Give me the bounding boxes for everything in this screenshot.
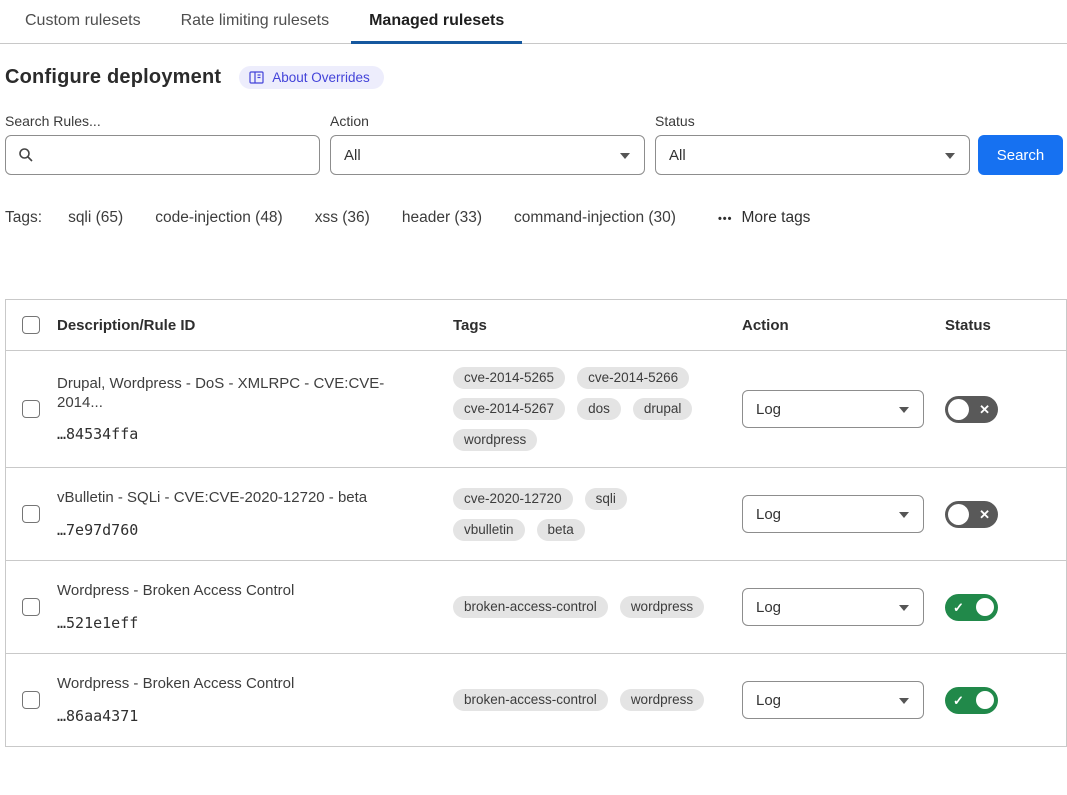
toggle-knob (948, 504, 969, 525)
column-header-description: Description/Rule ID (57, 317, 453, 334)
tag-pill: cve-2020-12720 (453, 488, 573, 510)
tag-pill: wordpress (620, 596, 704, 618)
tag-link-xss[interactable]: xss (36) (315, 209, 370, 227)
row-tags: cve-2020-12720 sqli vbulletin beta (453, 488, 708, 541)
tag-pill: broken-access-control (453, 689, 608, 711)
row-tags: cve-2014-5265 cve-2014-5266 cve-2014-5267 d… (453, 367, 708, 451)
tag-pill: drupal (633, 398, 693, 420)
action-filter-value: All (344, 147, 361, 164)
toggle-state-icon: ✕ (979, 403, 990, 416)
row-action-value: Log (756, 599, 781, 616)
status-toggle[interactable]: ✓ (945, 594, 998, 621)
filter-bar: Search Rules... Action All Status All Se… (5, 113, 1063, 175)
table-row: Wordpress - Broken Access Control …521e1… (6, 561, 1066, 654)
table-row: vBulletin - SQLi - CVE:CVE-2020-12720 - … (6, 468, 1066, 561)
about-overrides-label: About Overrides (272, 70, 370, 85)
row-action-select[interactable]: Log (742, 495, 924, 533)
row-tags: broken-access-control wordpress (453, 596, 708, 618)
more-tags-label: More tags (742, 209, 811, 227)
toggle-knob (974, 596, 996, 618)
table-header-row: Description/Rule ID Tags Action Status (6, 300, 1066, 351)
toggle-knob (948, 399, 969, 420)
tags-bar-label: Tags: (5, 209, 42, 227)
column-header-status: Status (945, 317, 1066, 334)
about-overrides-link[interactable]: About Overrides (239, 66, 384, 89)
row-action-value: Log (756, 506, 781, 523)
status-toggle[interactable]: ✓ (945, 687, 998, 714)
tag-pill: dos (577, 398, 621, 420)
row-tags: broken-access-control wordpress (453, 689, 708, 711)
column-header-tags: Tags (453, 317, 742, 334)
status-filter-value: All (669, 147, 686, 164)
row-description: Wordpress - Broken Access Control (57, 675, 429, 694)
action-filter-select[interactable]: All (330, 135, 645, 175)
table-row: Wordpress - Broken Access Control …86aa4… (6, 654, 1066, 747)
tag-pill: wordpress (620, 689, 704, 711)
table-body: Drupal, Wordpress - DoS - XMLRPC - CVE:C… (6, 351, 1066, 747)
tag-pill: broken-access-control (453, 596, 608, 618)
row-rule-id: …86aa4371 (57, 707, 429, 725)
tag-pill: wordpress (453, 429, 537, 451)
ruleset-tabs: Custom rulesets Rate limiting rulesets M… (0, 0, 1067, 44)
row-checkbox[interactable] (22, 691, 40, 709)
row-action-select[interactable]: Log (742, 390, 924, 428)
toggle-state-icon: ✕ (979, 508, 990, 521)
tag-pill: vbulletin (453, 519, 525, 541)
ellipsis-icon: ••• (718, 213, 733, 225)
row-checkbox[interactable] (22, 505, 40, 523)
row-description: vBulletin - SQLi - CVE:CVE-2020-12720 - … (57, 489, 429, 508)
book-icon (249, 71, 264, 84)
tab-custom-rulesets[interactable]: Custom rulesets (7, 0, 159, 44)
row-description: Drupal, Wordpress - DoS - XMLRPC - CVE:C… (57, 375, 429, 413)
tags-bar: Tags: sqli (65) code-injection (48) xss … (5, 209, 1063, 227)
action-filter-label: Action (330, 113, 655, 129)
rules-table: Description/Rule ID Tags Action Status D… (5, 299, 1067, 747)
row-rule-id: …7e97d760 (57, 521, 429, 539)
table-row: Drupal, Wordpress - DoS - XMLRPC - CVE:C… (6, 351, 1066, 468)
tag-pill: beta (537, 519, 585, 541)
tag-pill: cve-2014-5265 (453, 367, 565, 389)
more-tags-button[interactable]: ••• More tags (718, 209, 810, 227)
row-rule-id: …84534ffa (57, 425, 429, 443)
tag-link-command-injection[interactable]: command-injection (30) (514, 209, 676, 227)
page-title: Configure deployment (5, 66, 221, 89)
tab-managed-rulesets[interactable]: Managed rulesets (351, 0, 522, 44)
row-action-value: Log (756, 692, 781, 709)
row-action-value: Log (756, 401, 781, 418)
row-rule-id: …521e1eff (57, 614, 429, 632)
tag-pill: cve-2014-5267 (453, 398, 565, 420)
tag-pill: sqli (585, 488, 627, 510)
main-content: Configure deployment About Overrides Sea… (0, 66, 1067, 747)
toggle-state-icon: ✓ (953, 694, 964, 707)
column-header-action: Action (742, 317, 945, 334)
search-icon (18, 147, 34, 163)
status-toggle[interactable]: ✕ (945, 396, 998, 423)
row-description: Wordpress - Broken Access Control (57, 582, 429, 601)
status-toggle[interactable]: ✕ (945, 501, 998, 528)
row-action-select[interactable]: Log (742, 588, 924, 626)
status-filter-select[interactable]: All (655, 135, 970, 175)
tab-rate-limiting-rulesets[interactable]: Rate limiting rulesets (163, 0, 348, 44)
tag-link-header[interactable]: header (33) (402, 209, 482, 227)
search-button[interactable]: Search (978, 135, 1063, 175)
row-action-select[interactable]: Log (742, 681, 924, 719)
search-rules-input[interactable] (5, 135, 320, 175)
select-all-checkbox[interactable] (22, 316, 40, 334)
tag-link-sqli[interactable]: sqli (65) (68, 209, 123, 227)
status-filter-label: Status (655, 113, 980, 129)
search-rules-field[interactable] (42, 147, 319, 164)
toggle-state-icon: ✓ (953, 601, 964, 614)
toggle-knob (974, 689, 996, 711)
tag-link-code-injection[interactable]: code-injection (48) (155, 209, 283, 227)
row-checkbox[interactable] (22, 400, 40, 418)
search-rules-label: Search Rules... (5, 113, 330, 129)
row-checkbox[interactable] (22, 598, 40, 616)
tag-pill: cve-2014-5266 (577, 367, 689, 389)
